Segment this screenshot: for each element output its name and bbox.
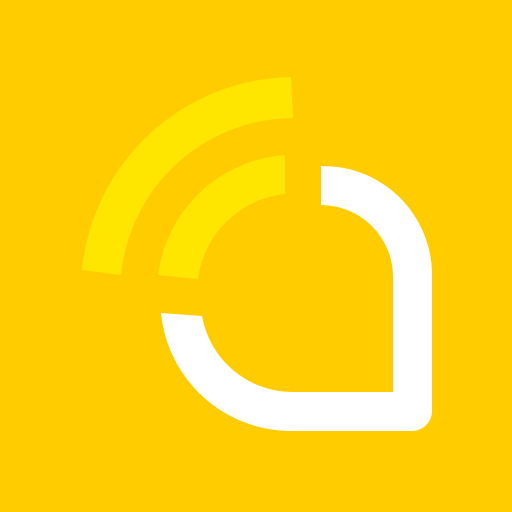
inner-signal-arc <box>158 155 285 279</box>
app-icon <box>0 0 512 512</box>
app-logo-icon <box>82 77 433 432</box>
